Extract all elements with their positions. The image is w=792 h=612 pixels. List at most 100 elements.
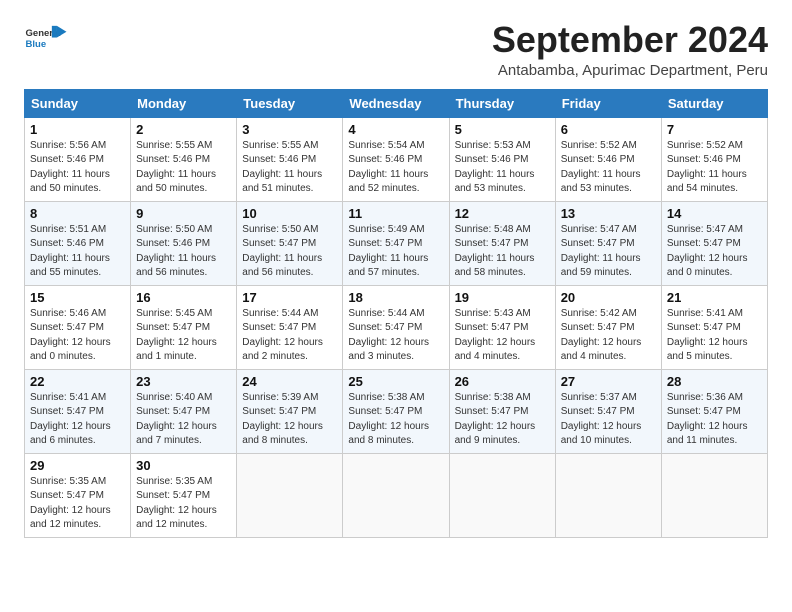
day-number: 21 [667, 290, 762, 305]
day-detail: Sunrise: 5:42 AMSunset: 5:47 PMDaylight:… [561, 307, 656, 365]
day-number: 19 [455, 290, 550, 305]
week-row-5: 29 Sunrise: 5:35 AMSunset: 5:47 PMDayligh… [25, 453, 768, 537]
week-row-4: 22 Sunrise: 5:41 AMSunset: 5:47 PMDayligh… [25, 369, 768, 453]
day-cell-4: 4 Sunrise: 5:54 AMSunset: 5:46 PMDaylight… [343, 117, 449, 201]
day-cell-10: 10 Sunrise: 5:50 AMSunset: 5:47 PMDayligh… [237, 201, 343, 285]
day-detail: Sunrise: 5:52 AMSunset: 5:46 PMDaylight:… [667, 139, 762, 197]
day-cell-20: 20 Sunrise: 5:42 AMSunset: 5:47 PMDayligh… [555, 285, 661, 369]
day-cell-14: 14 Sunrise: 5:47 AMSunset: 5:47 PMDayligh… [661, 201, 767, 285]
day-detail: Sunrise: 5:50 AMSunset: 5:47 PMDaylight:… [242, 223, 337, 281]
day-number: 11 [348, 206, 443, 221]
day-detail: Sunrise: 5:51 AMSunset: 5:46 PMDaylight:… [30, 223, 125, 281]
day-cell-12: 12 Sunrise: 5:48 AMSunset: 5:47 PMDayligh… [449, 201, 555, 285]
day-cell-16: 16 Sunrise: 5:45 AMSunset: 5:47 PMDayligh… [131, 285, 237, 369]
day-detail: Sunrise: 5:44 AMSunset: 5:47 PMDaylight:… [348, 307, 443, 365]
day-detail: Sunrise: 5:41 AMSunset: 5:47 PMDaylight:… [30, 391, 125, 449]
day-number: 3 [242, 122, 337, 137]
day-number: 2 [136, 122, 231, 137]
day-cell-29: 29 Sunrise: 5:35 AMSunset: 5:47 PMDayligh… [25, 453, 131, 537]
day-detail: Sunrise: 5:36 AMSunset: 5:47 PMDaylight:… [667, 391, 762, 449]
day-cell-26: 26 Sunrise: 5:38 AMSunset: 5:47 PMDayligh… [449, 369, 555, 453]
day-cell-7: 7Sunrise: 5:52 AMSunset: 5:46 PMDaylight… [661, 117, 767, 201]
day-cell-17: 17 Sunrise: 5:44 AMSunset: 5:47 PMDayligh… [237, 285, 343, 369]
day-number: 16 [136, 290, 231, 305]
day-number: 1 [30, 122, 125, 137]
day-cell-27: 27 Sunrise: 5:37 AMSunset: 5:47 PMDayligh… [555, 369, 661, 453]
day-cell-15: 15 Sunrise: 5:46 AMSunset: 5:47 PMDayligh… [25, 285, 131, 369]
calendar-table: SundayMondayTuesdayWednesdayThursdayFrid… [24, 89, 768, 538]
day-detail: Sunrise: 5:54 AMSunset: 5:46 PMDaylight:… [348, 139, 443, 197]
day-number: 10 [242, 206, 337, 221]
weekday-header-sunday: Sunday [25, 89, 131, 117]
day-number: 12 [455, 206, 550, 221]
day-number: 6 [561, 122, 656, 137]
day-detail: Sunrise: 5:47 AMSunset: 5:47 PMDaylight:… [667, 223, 762, 281]
day-detail: Sunrise: 5:46 AMSunset: 5:47 PMDaylight:… [30, 307, 125, 365]
day-detail: Sunrise: 5:56 AMSunset: 5:46 PMDaylight:… [30, 139, 125, 197]
day-cell-21: 21Sunrise: 5:41 AMSunset: 5:47 PMDayligh… [661, 285, 767, 369]
weekday-header-wednesday: Wednesday [343, 89, 449, 117]
day-cell-25: 25 Sunrise: 5:38 AMSunset: 5:47 PMDayligh… [343, 369, 449, 453]
day-number: 18 [348, 290, 443, 305]
weekday-header-row: SundayMondayTuesdayWednesdayThursdayFrid… [25, 89, 768, 117]
day-detail: Sunrise: 5:48 AMSunset: 5:47 PMDaylight:… [455, 223, 550, 281]
day-cell-11: 11 Sunrise: 5:49 AMSunset: 5:47 PMDayligh… [343, 201, 449, 285]
day-number: 20 [561, 290, 656, 305]
weekday-header-saturday: Saturday [661, 89, 767, 117]
day-cell-5: 5Sunrise: 5:53 AMSunset: 5:46 PMDaylight… [449, 117, 555, 201]
day-cell-19: 19 Sunrise: 5:43 AMSunset: 5:47 PMDayligh… [449, 285, 555, 369]
week-row-2: 8Sunrise: 5:51 AMSunset: 5:46 PMDaylight… [25, 201, 768, 285]
empty-cell [237, 453, 343, 537]
day-cell-22: 22 Sunrise: 5:41 AMSunset: 5:47 PMDayligh… [25, 369, 131, 453]
day-detail: Sunrise: 5:35 AMSunset: 5:47 PMDaylight:… [30, 475, 125, 533]
week-row-1: 1 Sunrise: 5:56 AMSunset: 5:46 PMDaylight… [25, 117, 768, 201]
day-number: 26 [455, 374, 550, 389]
day-cell-3: 3 Sunrise: 5:55 AMSunset: 5:46 PMDaylight… [237, 117, 343, 201]
day-detail: Sunrise: 5:37 AMSunset: 5:47 PMDaylight:… [561, 391, 656, 449]
day-detail: Sunrise: 5:38 AMSunset: 5:47 PMDaylight:… [455, 391, 550, 449]
day-cell-13: 13 Sunrise: 5:47 AMSunset: 5:47 PMDayligh… [555, 201, 661, 285]
day-number: 27 [561, 374, 656, 389]
day-cell-24: 24Sunrise: 5:39 AMSunset: 5:47 PMDayligh… [237, 369, 343, 453]
day-detail: Sunrise: 5:43 AMSunset: 5:47 PMDaylight:… [455, 307, 550, 365]
day-number: 5 [455, 122, 550, 137]
day-cell-23: 23Sunrise: 5:40 AMSunset: 5:47 PMDayligh… [131, 369, 237, 453]
day-cell-1: 1 Sunrise: 5:56 AMSunset: 5:46 PMDaylight… [25, 117, 131, 201]
day-cell-9: 9Sunrise: 5:50 AMSunset: 5:46 PMDaylight… [131, 201, 237, 285]
day-detail: Sunrise: 5:49 AMSunset: 5:47 PMDaylight:… [348, 223, 443, 281]
day-number: 13 [561, 206, 656, 221]
day-number: 15 [30, 290, 125, 305]
day-cell-18: 18 Sunrise: 5:44 AMSunset: 5:47 PMDayligh… [343, 285, 449, 369]
subtitle: Antabamba, Apurimac Department, Peru [492, 62, 768, 79]
day-detail: Sunrise: 5:47 AMSunset: 5:47 PMDaylight:… [561, 223, 656, 281]
day-number: 17 [242, 290, 337, 305]
day-number: 14 [667, 206, 762, 221]
weekday-header-friday: Friday [555, 89, 661, 117]
day-cell-2: 2 Sunrise: 5:55 AMSunset: 5:46 PMDaylight… [131, 117, 237, 201]
day-number: 29 [30, 458, 125, 473]
day-number: 9 [136, 206, 231, 221]
header: General Blue September 2024 Antabamba, A… [24, 20, 768, 79]
weekday-header-thursday: Thursday [449, 89, 555, 117]
day-detail: Sunrise: 5:38 AMSunset: 5:47 PMDaylight:… [348, 391, 443, 449]
weekday-header-monday: Monday [131, 89, 237, 117]
day-number: 22 [30, 374, 125, 389]
day-detail: Sunrise: 5:45 AMSunset: 5:47 PMDaylight:… [136, 307, 231, 365]
day-detail: Sunrise: 5:44 AMSunset: 5:47 PMDaylight:… [242, 307, 337, 365]
month-title: September 2024 [492, 20, 768, 60]
day-cell-8: 8Sunrise: 5:51 AMSunset: 5:46 PMDaylight… [25, 201, 131, 285]
empty-cell [661, 453, 767, 537]
empty-cell [343, 453, 449, 537]
day-detail: Sunrise: 5:55 AMSunset: 5:46 PMDaylight:… [136, 139, 231, 197]
empty-cell [555, 453, 661, 537]
day-number: 23 [136, 374, 231, 389]
day-number: 25 [348, 374, 443, 389]
day-number: 30 [136, 458, 231, 473]
day-number: 4 [348, 122, 443, 137]
title-area: September 2024 Antabamba, Apurimac Depar… [492, 20, 768, 79]
day-detail: Sunrise: 5:55 AMSunset: 5:46 PMDaylight:… [242, 139, 337, 197]
logo-icon: General Blue [24, 20, 68, 58]
svg-text:Blue: Blue [26, 39, 47, 50]
empty-cell [449, 453, 555, 537]
day-number: 24 [242, 374, 337, 389]
